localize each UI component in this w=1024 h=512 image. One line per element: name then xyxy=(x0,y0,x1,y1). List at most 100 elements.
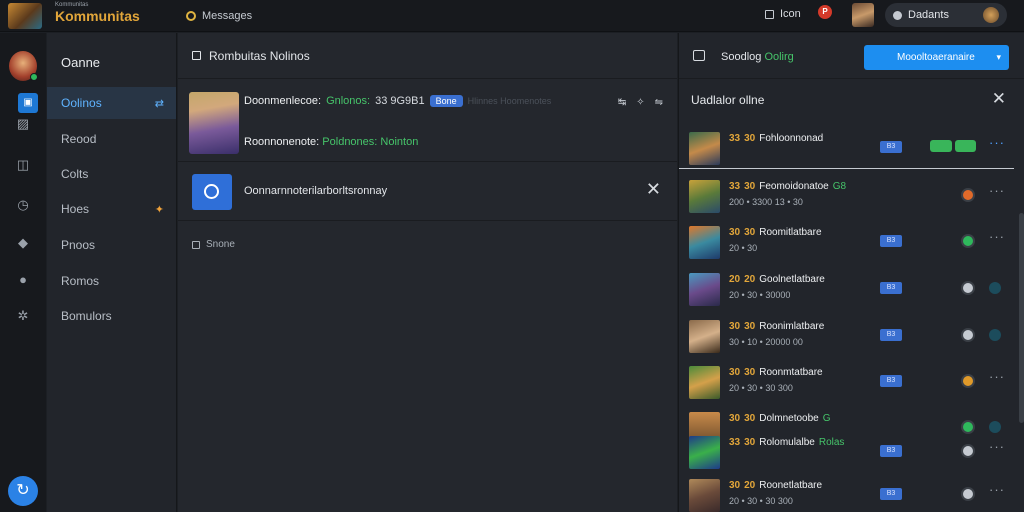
primary-dropdown-button[interactable]: Moooltoaeranaire ▾ xyxy=(864,45,1009,70)
window-icon xyxy=(765,9,774,19)
user-chip: B3 xyxy=(880,235,902,247)
profile-avatar[interactable] xyxy=(9,51,38,81)
user-tag: 30 xyxy=(729,321,741,332)
user-name[interactable]: Dolmnetoobe xyxy=(759,413,818,424)
user-row[interactable]: 30 30 Roonimlatbare 30 • 10 • 20000 00 B3 xyxy=(679,313,1014,357)
gear-icon[interactable]: ✲ xyxy=(16,309,30,323)
more-icon[interactable]: ··· xyxy=(989,482,1005,497)
close-icon[interactable]: ✕ xyxy=(646,180,661,198)
center-panel: Rombuitas Nolinos Doonmenlecoe: Gnlonos:… xyxy=(178,33,677,512)
status-indicator xyxy=(961,234,975,248)
user-menu[interactable]: Dadants xyxy=(885,3,1007,27)
message-muted-text: Hlinnes Hoomenotes xyxy=(467,96,552,106)
nav-item-colts[interactable]: Colts xyxy=(47,158,176,190)
user-name[interactable]: Goolnetlatbare xyxy=(759,274,825,285)
message-item[interactable]: Oonnarnnoterilarborltsronnay ✕ xyxy=(178,163,677,221)
more-icon[interactable] xyxy=(989,329,1001,341)
message-author[interactable]: Doonmenlecoe: xyxy=(244,95,321,107)
close-icon[interactable]: ✕ xyxy=(992,89,1006,109)
message-text: Oonnarnnoterilarborltsronnay xyxy=(244,185,388,197)
user-row[interactable]: 33 30 Feomoidonatoe G8 200 • 3300 13 • 30 ··· xyxy=(679,173,1014,217)
chart-icon[interactable]: ◫ xyxy=(16,158,30,172)
nav-item-reood[interactable]: Reood xyxy=(47,123,176,155)
message-item[interactable]: Doonmenlecoe: Gnlonos: 33 9G9B1 Bone Hli… xyxy=(178,80,677,162)
disc-icon[interactable]: ● xyxy=(16,273,30,287)
status-indicator xyxy=(961,444,975,458)
image-icon[interactable]: ▨ xyxy=(16,117,30,131)
user-name[interactable]: Roomitlatbare xyxy=(759,227,821,238)
user-tag: 30 xyxy=(729,413,741,424)
puzzle-icon[interactable]: ◆ xyxy=(16,236,30,250)
nav-sidebar: Oanne Oolinos ⇄ Reood Colts Hoes ✦ Pnoos… xyxy=(47,33,177,512)
user-row[interactable]: 30 20 Roonetlatbare 20 • 30 • 30 300 B3 ··· xyxy=(679,472,1014,512)
message-header: Doonmenlecoe: Gnlonos: 33 9G9B1 Bone Hli… xyxy=(244,95,551,107)
user-row[interactable]: 33 30 Fohloonnonad B3 ··· xyxy=(679,125,1014,169)
user-avatar[interactable] xyxy=(689,132,720,165)
user-name[interactable]: Roonetlatbare xyxy=(759,480,822,491)
user-name[interactable]: Feomoidonatoe xyxy=(759,181,829,192)
app-window: Kommunitas Kommunitas Messages Icon P Da… xyxy=(0,0,1024,512)
nav-item-label: Bomulors xyxy=(61,309,112,323)
checkbox-icon xyxy=(192,240,200,249)
user-subline: 30 • 10 • 20000 00 xyxy=(729,337,803,347)
user-row[interactable]: 20 20 Goolnetlatbare 20 • 30 • 30000 B3 xyxy=(679,266,1014,310)
more-icon[interactable]: ··· xyxy=(989,135,1005,150)
more-icon[interactable]: ··· xyxy=(989,369,1005,384)
user-avatar[interactable] xyxy=(689,366,720,399)
brand-title[interactable]: Kommunitas xyxy=(55,8,140,24)
nav-item-bomulors[interactable]: Bomulors xyxy=(47,300,176,332)
user-subline: 200 • 3300 13 • 30 xyxy=(729,197,803,207)
react-icon[interactable]: ✧ xyxy=(636,97,644,108)
user-name[interactable]: Fohloonnonad xyxy=(759,133,823,144)
user-name[interactable]: Roonimlatbare xyxy=(759,321,824,332)
user-row[interactable]: 33 30 Rolomulalbe Rolas B3 ··· xyxy=(679,429,1014,473)
icon-menu[interactable]: Icon xyxy=(765,8,801,20)
messages-link[interactable]: Messages xyxy=(186,8,252,24)
reply-icon[interactable]: ↹ xyxy=(618,97,626,108)
message-avatar[interactable] xyxy=(189,92,239,154)
chevron-down-icon: ▾ xyxy=(996,52,1001,62)
nav-item-oolinos[interactable]: Oolinos ⇄ xyxy=(47,87,176,119)
user-name[interactable]: Roonmtatbare xyxy=(759,367,822,378)
user-row[interactable]: 30 30 Roomitlatbare 20 • 30 B3 ··· xyxy=(679,219,1014,263)
more-icon[interactable] xyxy=(989,282,1001,294)
status-toggle[interactable] xyxy=(930,140,976,152)
clock-icon[interactable]: ◷ xyxy=(16,198,30,212)
filter-label: Snone xyxy=(206,239,235,250)
user-mini-avatar xyxy=(983,7,999,23)
filter-toggle[interactable]: Snone xyxy=(192,239,235,250)
status-indicator xyxy=(961,487,975,501)
user-tag: 20 xyxy=(744,274,756,285)
message-tag: Gnlonos: xyxy=(326,95,371,107)
link-icon[interactable]: ↻ xyxy=(8,476,38,506)
user-avatar[interactable] xyxy=(689,320,720,353)
messages-label: Messages xyxy=(202,10,253,22)
user-name[interactable]: Rolomulalbe xyxy=(759,437,815,448)
nav-item-romos[interactable]: Romos xyxy=(47,265,176,297)
user-avatar[interactable] xyxy=(689,479,720,512)
top-avatar[interactable] xyxy=(852,3,874,27)
home-icon[interactable]: ▣ xyxy=(18,93,38,113)
forward-icon[interactable]: ⇋ xyxy=(655,97,663,108)
user-row[interactable]: 30 30 Roonmtatbare 20 • 30 • 30 300 B3 ··· xyxy=(679,359,1014,403)
nav-item-hoes[interactable]: Hoes ✦ xyxy=(47,193,176,225)
user-chip: B3 xyxy=(880,445,902,457)
message-body-value: Poldnones: Nointon xyxy=(322,136,419,148)
scrollbar[interactable] xyxy=(1019,213,1024,423)
status-indicator xyxy=(961,281,975,295)
more-icon[interactable]: ··· xyxy=(989,439,1005,454)
user-avatar[interactable] xyxy=(689,273,720,306)
user-chip: B3 xyxy=(880,488,902,500)
top-bar: Kommunitas Kommunitas Messages Icon P Da… xyxy=(0,0,1024,32)
nav-item-pnoos[interactable]: Pnoos xyxy=(47,229,176,261)
message-body: Roonnonenote: Poldnones: Nointon xyxy=(244,136,418,148)
app-logo[interactable] xyxy=(8,3,42,29)
user-name-line: 33 30 Fohloonnonad xyxy=(729,133,823,144)
user-avatar[interactable] xyxy=(689,226,720,259)
notification-badge[interactable]: P xyxy=(818,5,832,19)
user-chip: B3 xyxy=(880,282,902,294)
user-avatar[interactable] xyxy=(689,180,720,213)
more-icon[interactable]: ··· xyxy=(989,183,1005,198)
more-icon[interactable]: ··· xyxy=(989,229,1005,244)
user-avatar[interactable] xyxy=(689,436,720,469)
